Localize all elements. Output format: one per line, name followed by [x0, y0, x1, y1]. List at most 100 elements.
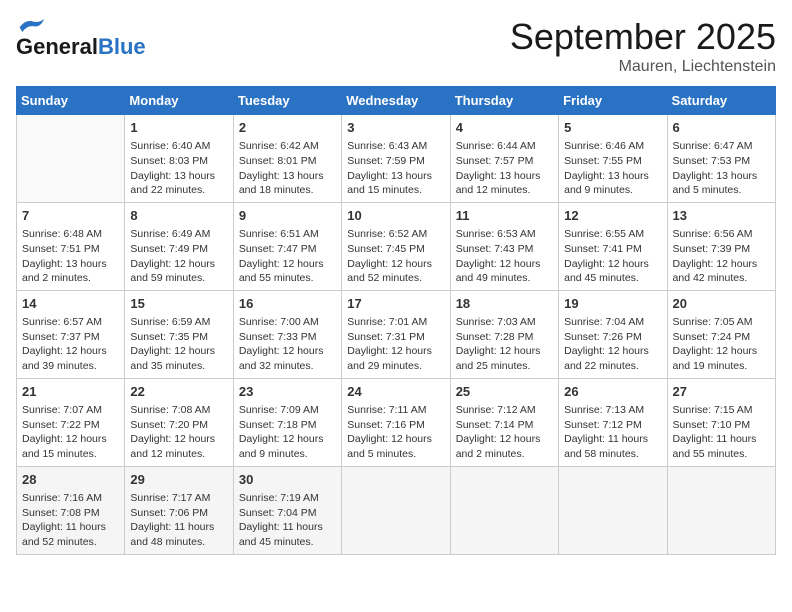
calendar-cell	[342, 466, 450, 554]
day-number: 14	[22, 295, 119, 313]
cell-content: Sunrise: 7:17 AMSunset: 7:06 PMDaylight:…	[130, 491, 227, 550]
title-block: September 2025 Mauren, Liechtenstein	[510, 16, 776, 76]
month-title: September 2025	[510, 16, 776, 58]
calendar-cell: 14 Sunrise: 6:57 AMSunset: 7:37 PMDayligh…	[17, 290, 125, 378]
calendar-cell: 5 Sunrise: 6:46 AMSunset: 7:55 PMDaylight…	[559, 115, 667, 203]
day-number: 9	[239, 207, 336, 225]
calendar-cell	[667, 466, 775, 554]
calendar-cell: 26Sunrise: 7:13 AMSunset: 7:12 PMDayligh…	[559, 378, 667, 466]
day-number: 29	[130, 471, 227, 489]
calendar-cell: 10 Sunrise: 6:52 AMSunset: 7:45 PMDayligh…	[342, 202, 450, 290]
day-number: 4	[456, 119, 553, 137]
cell-content: Sunrise: 6:59 AMSunset: 7:35 PMDaylight:…	[130, 315, 227, 374]
calendar-header-row: SundayMondayTuesdayWednesdayThursdayFrid…	[17, 87, 776, 115]
calendar-week-row: 28Sunrise: 7:16 AMSunset: 7:08 PMDayligh…	[17, 466, 776, 554]
day-number: 30	[239, 471, 336, 489]
cell-content: Sunrise: 7:19 AMSunset: 7:04 PMDaylight:…	[239, 491, 336, 550]
day-number: 15	[130, 295, 227, 313]
day-number: 6	[673, 119, 770, 137]
cell-content: Sunrise: 7:13 AMSunset: 7:12 PMDaylight:…	[564, 403, 661, 462]
calendar-cell	[450, 466, 558, 554]
cell-content: Sunrise: 7:07 AMSunset: 7:22 PMDaylight:…	[22, 403, 119, 462]
cell-content: Sunrise: 6:43 AMSunset: 7:59 PMDaylight:…	[347, 139, 444, 198]
calendar-week-row: 21 Sunrise: 7:07 AMSunset: 7:22 PMDayligh…	[17, 378, 776, 466]
cell-content: Sunrise: 6:40 AMSunset: 8:03 PMDaylight:…	[130, 139, 227, 198]
day-number: 22	[130, 383, 227, 401]
day-header-tuesday: Tuesday	[233, 87, 341, 115]
calendar-cell: 16 Sunrise: 7:00 AMSunset: 7:33 PMDayligh…	[233, 290, 341, 378]
calendar-cell: 6Sunrise: 6:47 AMSunset: 7:53 PMDaylight…	[667, 115, 775, 203]
calendar-cell: 7Sunrise: 6:48 AMSunset: 7:51 PMDaylight…	[17, 202, 125, 290]
day-number: 5	[564, 119, 661, 137]
day-number: 10	[347, 207, 444, 225]
page-header: GeneralBlue September 2025 Mauren, Liech…	[16, 16, 776, 76]
day-number: 28	[22, 471, 119, 489]
day-number: 19	[564, 295, 661, 313]
cell-content: Sunrise: 6:49 AMSunset: 7:49 PMDaylight:…	[130, 227, 227, 286]
calendar-cell: 3Sunrise: 6:43 AMSunset: 7:59 PMDaylight…	[342, 115, 450, 203]
day-number: 27	[673, 383, 770, 401]
cell-content: Sunrise: 6:53 AMSunset: 7:43 PMDaylight:…	[456, 227, 553, 286]
cell-content: Sunrise: 7:12 AMSunset: 7:14 PMDaylight:…	[456, 403, 553, 462]
day-number: 17	[347, 295, 444, 313]
day-number: 18	[456, 295, 553, 313]
cell-content: Sunrise: 6:52 AMSunset: 7:45 PMDaylight:…	[347, 227, 444, 286]
day-number: 1	[130, 119, 227, 137]
location: Mauren, Liechtenstein	[510, 58, 776, 76]
cell-content: Sunrise: 6:51 AMSunset: 7:47 PMDaylight:…	[239, 227, 336, 286]
cell-content: Sunrise: 6:44 AMSunset: 7:57 PMDaylight:…	[456, 139, 553, 198]
calendar-cell: 17 Sunrise: 7:01 AMSunset: 7:31 PMDayligh…	[342, 290, 450, 378]
day-header-wednesday: Wednesday	[342, 87, 450, 115]
cell-content: Sunrise: 6:42 AMSunset: 8:01 PMDaylight:…	[239, 139, 336, 198]
day-number: 23	[239, 383, 336, 401]
cell-content: Sunrise: 6:46 AMSunset: 7:55 PMDaylight:…	[564, 139, 661, 198]
cell-content: Sunrise: 7:00 AMSunset: 7:33 PMDaylight:…	[239, 315, 336, 374]
day-number: 16	[239, 295, 336, 313]
day-header-thursday: Thursday	[450, 87, 558, 115]
calendar-cell: 18 Sunrise: 7:03 AMSunset: 7:28 PMDayligh…	[450, 290, 558, 378]
calendar-cell: 1 Sunrise: 6:40 AMSunset: 8:03 PMDaylight…	[125, 115, 233, 203]
day-number: 21	[22, 383, 119, 401]
cell-content: Sunrise: 6:57 AMSunset: 7:37 PMDaylight:…	[22, 315, 119, 374]
day-header-monday: Monday	[125, 87, 233, 115]
calendar-cell: 9 Sunrise: 6:51 AMSunset: 7:47 PMDaylight…	[233, 202, 341, 290]
logo-bird-icon	[16, 16, 46, 36]
cell-content: Sunrise: 7:11 AMSunset: 7:16 PMDaylight:…	[347, 403, 444, 462]
calendar-cell: 2 Sunrise: 6:42 AMSunset: 8:01 PMDaylight…	[233, 115, 341, 203]
calendar-cell: 19 Sunrise: 7:04 AMSunset: 7:26 PMDayligh…	[559, 290, 667, 378]
calendar-cell	[559, 466, 667, 554]
calendar-cell: 29 Sunrise: 7:17 AMSunset: 7:06 PMDayligh…	[125, 466, 233, 554]
calendar-cell: 27Sunrise: 7:15 AMSunset: 7:10 PMDayligh…	[667, 378, 775, 466]
cell-content: Sunrise: 7:09 AMSunset: 7:18 PMDaylight:…	[239, 403, 336, 462]
logo: GeneralBlue	[16, 16, 146, 58]
calendar-cell: 13 Sunrise: 6:56 AMSunset: 7:39 PMDayligh…	[667, 202, 775, 290]
day-header-friday: Friday	[559, 87, 667, 115]
calendar-cell: 11 Sunrise: 6:53 AMSunset: 7:43 PMDayligh…	[450, 202, 558, 290]
calendar-cell: 21 Sunrise: 7:07 AMSunset: 7:22 PMDayligh…	[17, 378, 125, 466]
calendar-cell: 28Sunrise: 7:16 AMSunset: 7:08 PMDayligh…	[17, 466, 125, 554]
cell-content: Sunrise: 7:05 AMSunset: 7:24 PMDaylight:…	[673, 315, 770, 374]
cell-content: Sunrise: 7:01 AMSunset: 7:31 PMDaylight:…	[347, 315, 444, 374]
day-number: 13	[673, 207, 770, 225]
cell-content: Sunrise: 7:04 AMSunset: 7:26 PMDaylight:…	[564, 315, 661, 374]
calendar-cell: 15 Sunrise: 6:59 AMSunset: 7:35 PMDayligh…	[125, 290, 233, 378]
day-number: 20	[673, 295, 770, 313]
cell-content: Sunrise: 6:56 AMSunset: 7:39 PMDaylight:…	[673, 227, 770, 286]
calendar-cell: 20 Sunrise: 7:05 AMSunset: 7:24 PMDayligh…	[667, 290, 775, 378]
day-number: 24	[347, 383, 444, 401]
day-number: 11	[456, 207, 553, 225]
calendar-cell: 8 Sunrise: 6:49 AMSunset: 7:49 PMDaylight…	[125, 202, 233, 290]
calendar-cell: 4 Sunrise: 6:44 AMSunset: 7:57 PMDaylight…	[450, 115, 558, 203]
calendar-body: 1 Sunrise: 6:40 AMSunset: 8:03 PMDaylight…	[17, 115, 776, 555]
day-number: 2	[239, 119, 336, 137]
day-number: 12	[564, 207, 661, 225]
calendar-cell: 24 Sunrise: 7:11 AMSunset: 7:16 PMDayligh…	[342, 378, 450, 466]
day-number: 8	[130, 207, 227, 225]
cell-content: Sunrise: 7:03 AMSunset: 7:28 PMDaylight:…	[456, 315, 553, 374]
calendar-table: SundayMondayTuesdayWednesdayThursdayFrid…	[16, 86, 776, 555]
calendar-week-row: 14 Sunrise: 6:57 AMSunset: 7:37 PMDayligh…	[17, 290, 776, 378]
calendar-cell: 23 Sunrise: 7:09 AMSunset: 7:18 PMDayligh…	[233, 378, 341, 466]
calendar-week-row: 7Sunrise: 6:48 AMSunset: 7:51 PMDaylight…	[17, 202, 776, 290]
day-number: 25	[456, 383, 553, 401]
day-header-sunday: Sunday	[17, 87, 125, 115]
